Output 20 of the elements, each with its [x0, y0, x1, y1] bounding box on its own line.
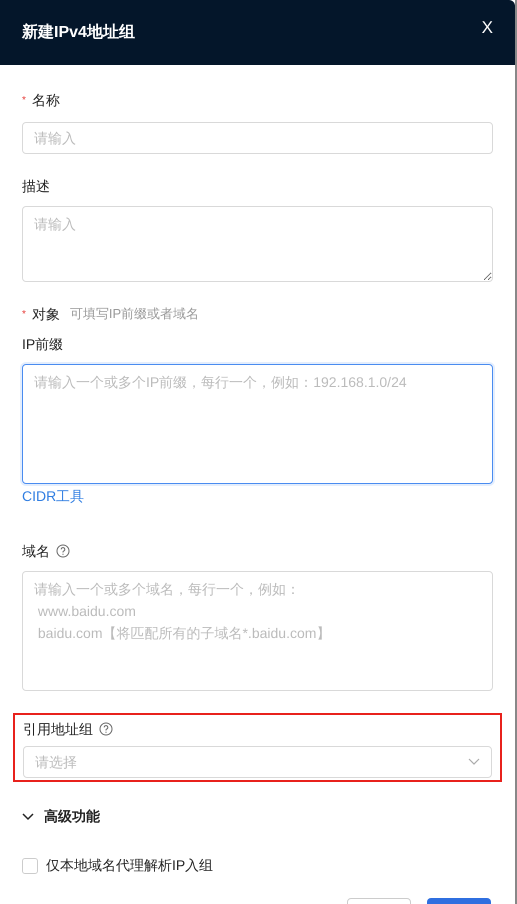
- dialog-title: 新建IPv4地址组: [22, 22, 135, 42]
- advanced-toggle[interactable]: 高级功能: [22, 806, 100, 827]
- hint-text: 可填写IP前缀或者域名: [70, 305, 200, 324]
- select-placeholder: 请选择: [35, 752, 77, 772]
- field-label: 对象: [32, 304, 60, 324]
- checkbox-label: 仅本地域名代理解析IP入组: [46, 856, 214, 875]
- required-mark: *: [22, 308, 26, 322]
- input-field[interactable]: 请输入: [22, 122, 493, 154]
- cidr-tool-link[interactable]: CIDR工具: [22, 486, 84, 507]
- text-area[interactable]: 请输入一个或多个IP前缀，每行一个，例如：192.168.1.0/24: [22, 364, 493, 484]
- field-label: IP前缀: [22, 334, 64, 354]
- field-label: 名称: [32, 90, 60, 110]
- field-label: 描述: [22, 176, 50, 196]
- field-label: 引用地址组: [23, 720, 93, 738]
- checkbox[interactable]: [22, 858, 38, 874]
- close-button[interactable]: X: [482, 14, 493, 40]
- field-label: 域名: [22, 542, 50, 560]
- chevron-down-icon: [468, 758, 480, 766]
- chevron-down-icon: [22, 812, 34, 820]
- required-mark: *: [22, 94, 26, 108]
